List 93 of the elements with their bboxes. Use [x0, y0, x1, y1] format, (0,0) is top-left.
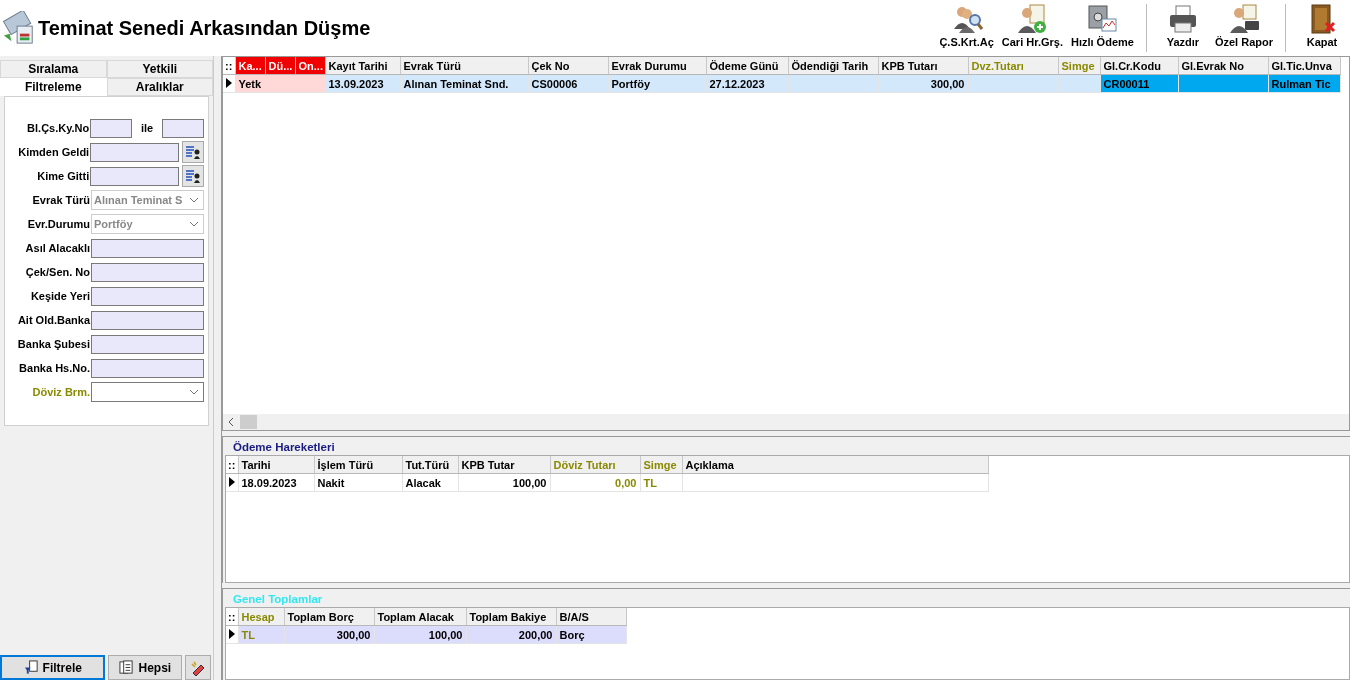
- chevron-down-icon: [189, 389, 199, 395]
- chevron-left-icon: [228, 417, 234, 427]
- column-header[interactable]: Gl.Tic.Unva: [1268, 57, 1340, 75]
- grid-corner: ::: [226, 456, 238, 474]
- field-label: ile: [140, 122, 155, 134]
- column-header[interactable]: KPB Tutar: [458, 456, 550, 474]
- dropdown[interactable]: [91, 382, 204, 402]
- toolbar-button[interactable]: Kapat: [1294, 2, 1350, 54]
- toolbar-button[interactable]: Ç.S.Krt.Aç: [935, 2, 998, 54]
- input-field[interactable]: [91, 310, 204, 330]
- column-header[interactable]: Dü...: [265, 57, 295, 75]
- field-label: Keşide Yeri: [29, 290, 90, 302]
- tab[interactable]: Filtreleme: [0, 78, 107, 96]
- person-printer-icon: [1227, 3, 1260, 35]
- grid-corner: ::: [223, 57, 235, 75]
- tab[interactable]: Yetkili: [106, 60, 213, 78]
- column-header[interactable]: İşlem Türü: [314, 456, 402, 474]
- column-header[interactable]: Tarihi: [238, 456, 314, 474]
- column-header[interactable]: Ödendiği Tarih: [788, 57, 878, 75]
- table-cell: 100,00: [458, 473, 550, 492]
- toolbar-button[interactable]: Hızlı Ödeme: [1066, 2, 1138, 54]
- input-field[interactable]: [91, 286, 204, 306]
- field-label: Evrak Türü: [31, 194, 90, 206]
- column-header[interactable]: KPB Tutarı: [878, 57, 968, 75]
- field-label: Ait Old.Banka: [16, 314, 90, 326]
- column-header[interactable]: Açıklama: [682, 456, 988, 474]
- triangle-right-icon: [228, 628, 235, 639]
- column-header[interactable]: Toplam Borç: [284, 608, 374, 626]
- triangle-right-icon: [225, 77, 232, 88]
- lookup-button[interactable]: [182, 165, 204, 187]
- table-cell: 0,00: [550, 473, 640, 492]
- documents-icon: [119, 660, 135, 675]
- table-cell: Nakit: [314, 473, 402, 492]
- field-label: Banka Hs.No.: [18, 362, 90, 374]
- eraser-button[interactable]: [185, 655, 211, 680]
- action-button[interactable]: Filtrele: [0, 655, 106, 680]
- column-header[interactable]: Tut.Türü: [402, 456, 458, 474]
- grid-corner: ::: [226, 608, 238, 626]
- toolbar-button[interactable]: Yazdır: [1154, 2, 1211, 54]
- table-cell: Alacak: [402, 473, 458, 492]
- horizontal-scrollbar[interactable]: [223, 414, 1349, 430]
- column-header[interactable]: Gl.Evrak No: [1178, 57, 1268, 75]
- chevron-down-icon: [189, 197, 199, 203]
- column-header[interactable]: Ka...: [235, 57, 265, 75]
- input-field[interactable]: [162, 118, 204, 138]
- section-title: Genel Toplamlar: [232, 592, 324, 607]
- person-clipboard-plus-icon: [1016, 3, 1049, 35]
- splitter-bar[interactable]: [222, 431, 1350, 437]
- field-label: Evr.Durumu: [26, 218, 90, 230]
- column-header[interactable]: Çek No: [528, 57, 608, 75]
- toolbar-button[interactable]: Cari Hr.Grş.: [997, 2, 1067, 54]
- splitter-bar[interactable]: [222, 583, 1350, 589]
- field-label: Kimden Geldi: [17, 146, 90, 158]
- safe-chart-icon: [1086, 3, 1119, 35]
- input-field[interactable]: [91, 358, 204, 378]
- input-field[interactable]: [91, 238, 204, 258]
- field-label: Banka Şubesi: [16, 338, 90, 350]
- triangle-right-icon: [228, 476, 235, 487]
- table-cell: TL: [640, 473, 682, 492]
- documents-icon: [2, 11, 36, 45]
- filter-documents-icon: [23, 660, 39, 675]
- column-header[interactable]: Evrak Durumu: [608, 57, 706, 75]
- chevron-down-icon: [189, 221, 199, 227]
- column-header[interactable]: Evrak Türü: [400, 57, 528, 75]
- column-header[interactable]: Kayıt Tarihi: [325, 57, 400, 75]
- column-header[interactable]: Gl.Cr.Kodu: [1100, 57, 1178, 75]
- scrollbar-thumb[interactable]: [240, 415, 257, 429]
- section-title: Ödeme Hareketleri: [232, 440, 336, 455]
- column-header[interactable]: Toplam Alacak: [374, 608, 466, 626]
- window-title: Teminat Senedi Arkasından Düşme: [38, 16, 371, 40]
- field-label: Asıl Alacaklı: [24, 242, 90, 254]
- field-label: Kime Gitti: [36, 170, 90, 182]
- tab[interactable]: Sıralama: [0, 60, 107, 78]
- column-header[interactable]: B/A/S: [556, 608, 626, 626]
- input-field[interactable]: [90, 118, 133, 138]
- input-field[interactable]: [91, 262, 204, 282]
- input-field[interactable]: [91, 334, 204, 354]
- column-header[interactable]: Toplam Bakiye: [466, 608, 556, 626]
- table-cell: 18.09.2023: [238, 473, 314, 492]
- action-button[interactable]: Hepsi: [108, 655, 183, 680]
- toolbar-button[interactable]: Özel Rapor: [1210, 2, 1277, 54]
- list-person-icon: [185, 168, 202, 184]
- field-label: Çek/Sen. No: [24, 266, 90, 278]
- list-person-icon: [185, 144, 202, 160]
- field-label: Döviz Brm.: [31, 386, 90, 398]
- eraser-icon: [190, 659, 207, 676]
- input-field[interactable]: [90, 166, 180, 186]
- input-field[interactable]: [90, 142, 180, 162]
- field-label: Bl.Çs.Ky.No: [26, 122, 90, 134]
- lookup-button[interactable]: [182, 141, 204, 163]
- column-header[interactable]: Ödeme Günü: [706, 57, 788, 75]
- tab[interactable]: Aralıklar: [106, 78, 213, 96]
- column-header[interactable]: On...: [295, 57, 325, 75]
